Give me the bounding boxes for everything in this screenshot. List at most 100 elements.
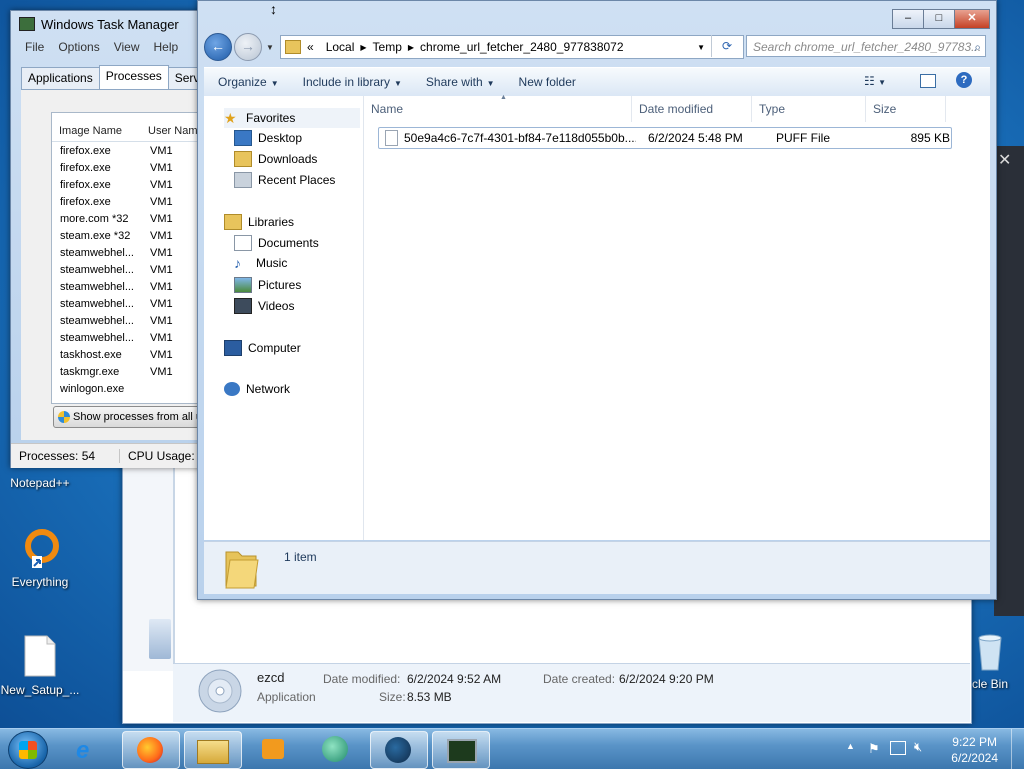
column-image-name[interactable]: Image Name bbox=[52, 125, 141, 141]
navigation-bar: ← → ▼ « Local ▶ Temp ▶ chrome_url_fetche… bbox=[204, 31, 990, 63]
process-row[interactable]: steamwebhel... VM1 bbox=[52, 329, 212, 346]
file-row[interactable]: 50e9a4c6-7c7f-4301-bf84-7e118d055b0b....… bbox=[378, 127, 952, 149]
nav-libraries[interactable]: Libraries bbox=[224, 214, 294, 230]
breadcrumb-current-folder[interactable]: chrome_url_fetcher_2480_977838072 bbox=[414, 40, 630, 54]
nav-desktop-label: Desktop bbox=[258, 131, 303, 145]
tab-processes[interactable]: Processes bbox=[98, 65, 169, 91]
show-hidden-icons[interactable]: ▲ bbox=[846, 741, 855, 751]
process-row[interactable]: firefox.exe VM1 bbox=[52, 142, 212, 159]
help-icon[interactable]: ? bbox=[956, 72, 972, 88]
show-desktop-button[interactable] bbox=[1011, 729, 1024, 769]
process-row[interactable]: steamwebhel... VM1 bbox=[52, 278, 212, 295]
documents-icon bbox=[234, 235, 252, 251]
desktop-icon-everything[interactable]: Everything bbox=[0, 526, 80, 589]
back-button[interactable]: ← bbox=[204, 33, 232, 61]
share-label: Share with bbox=[425, 75, 483, 89]
close-button[interactable]: ✕ bbox=[954, 9, 990, 29]
process-row[interactable]: taskmgr.exe VM1 bbox=[52, 363, 212, 380]
nav-recent-places[interactable]: Recent Places bbox=[234, 172, 335, 188]
column-type[interactable]: Type bbox=[752, 96, 866, 122]
process-name: steam.exe *32 bbox=[60, 229, 131, 242]
nav-pictures[interactable]: Pictures bbox=[234, 277, 301, 293]
nav-favorites[interactable]: ★ Favorites bbox=[224, 108, 360, 128]
minimize-button[interactable]: – bbox=[892, 9, 924, 29]
status-process-count: Processes: 54 bbox=[19, 449, 96, 463]
file-list-header: Name Date modified Type Size bbox=[364, 96, 990, 122]
task-manager-titlebar[interactable]: Windows Task Manager bbox=[11, 11, 211, 37]
breadcrumb-temp[interactable]: Temp bbox=[367, 40, 408, 54]
close-icon[interactable]: ✕ bbox=[998, 150, 1011, 170]
process-row[interactable]: winlogon.exe bbox=[52, 380, 212, 397]
system-clock[interactable]: 9:22 PM 6/2/2024 bbox=[951, 734, 998, 766]
taskbar-firefox[interactable] bbox=[122, 731, 180, 769]
network-icon bbox=[224, 382, 240, 396]
breadcrumb-overflow[interactable]: « bbox=[301, 40, 320, 54]
shield-icon bbox=[58, 411, 70, 423]
address-dropdown-icon[interactable]: ▼ bbox=[697, 43, 705, 52]
column-user-name[interactable]: User Name bbox=[141, 125, 204, 141]
forward-button[interactable]: → bbox=[234, 33, 262, 61]
process-row[interactable]: steamwebhel... VM1 bbox=[52, 244, 212, 261]
taskbar-steam[interactable] bbox=[370, 731, 428, 769]
refresh-button[interactable]: ⟳ bbox=[711, 35, 742, 57]
flag-icon[interactable]: ⚑ bbox=[868, 741, 880, 757]
nav-desktop[interactable]: Desktop bbox=[234, 130, 302, 146]
breadcrumb-local[interactable]: Local bbox=[320, 40, 361, 54]
taskbar-internet-explorer[interactable]: e bbox=[60, 731, 116, 767]
task-manager-window[interactable]: Windows Task Manager File Options View H… bbox=[10, 10, 229, 468]
taskbar-task-manager[interactable] bbox=[432, 731, 490, 769]
explorer-details-bar: 1 item bbox=[204, 541, 990, 594]
volume-muted-icon[interactable]: 🔇︎ bbox=[914, 739, 922, 755]
start-button[interactable] bbox=[8, 731, 48, 769]
taskbar-media-player[interactable] bbox=[246, 731, 302, 767]
new-folder-button[interactable]: New folder bbox=[505, 75, 586, 89]
process-row[interactable]: firefox.exe VM1 bbox=[52, 176, 212, 193]
view-options-button[interactable]: ☷ ▼ bbox=[864, 74, 886, 88]
videos-icon bbox=[234, 298, 252, 314]
nav-computer[interactable]: Computer bbox=[224, 340, 301, 356]
nav-pictures-label: Pictures bbox=[258, 278, 302, 292]
maximize-button[interactable]: □ bbox=[923, 9, 955, 29]
process-name: steamwebhel... bbox=[60, 280, 134, 293]
process-list[interactable]: Image Name User Name firefox.exe VM1 firef… bbox=[51, 112, 213, 404]
desktop-icon-new-setup[interactable]: New_Satup_... bbox=[0, 634, 80, 697]
nav-videos[interactable]: Videos bbox=[234, 298, 294, 314]
column-name[interactable]: Name bbox=[364, 96, 632, 122]
process-row[interactable]: taskhost.exe VM1 bbox=[52, 346, 212, 363]
explorer-window[interactable]: – □ ✕ ↕ ← → ▼ « Local ▶ Temp ▶ chrome_ur… bbox=[197, 0, 997, 600]
process-name: firefox.exe bbox=[60, 144, 111, 157]
taskbar-app[interactable] bbox=[308, 731, 364, 767]
address-bar[interactable]: « Local ▶ Temp ▶ chrome_url_fetcher_2480… bbox=[280, 35, 744, 59]
process-row[interactable]: steamwebhel... VM1 bbox=[52, 312, 212, 329]
menu-help[interactable]: Help bbox=[154, 40, 179, 54]
nav-downloads[interactable]: Downloads bbox=[234, 151, 317, 167]
share-with-button[interactable]: Share with ▼ bbox=[412, 75, 505, 89]
process-row[interactable]: firefox.exe VM1 bbox=[52, 159, 212, 176]
nav-network[interactable]: Network bbox=[224, 382, 290, 396]
search-input[interactable]: Search chrome_url_fetcher_2480_97783... … bbox=[746, 35, 986, 57]
task-manager-title: Windows Task Manager bbox=[41, 16, 179, 32]
tab-applications[interactable]: Applications bbox=[21, 67, 100, 89]
column-date-modified[interactable]: Date modified bbox=[632, 96, 752, 122]
process-row[interactable]: steamwebhel... VM1 bbox=[52, 295, 212, 312]
menu-file[interactable]: File bbox=[25, 40, 44, 54]
process-row[interactable]: steamwebhel... VM1 bbox=[52, 261, 212, 278]
column-size[interactable]: Size bbox=[866, 96, 946, 122]
details-date-modified: 6/2/2024 9:52 AM bbox=[407, 672, 502, 686]
include-in-library-button[interactable]: Include in library ▼ bbox=[289, 75, 412, 89]
taskbar-file-explorer[interactable] bbox=[184, 731, 242, 769]
details-date-modified-label: Date modified: bbox=[323, 672, 401, 686]
organize-button[interactable]: Organize ▼ bbox=[204, 75, 289, 89]
recent-pages-dropdown-icon[interactable]: ▼ bbox=[266, 43, 274, 52]
nav-music[interactable]: ♪ Music bbox=[234, 256, 287, 270]
everything-icon bbox=[25, 529, 59, 568]
network-status-icon[interactable] bbox=[890, 741, 906, 755]
menu-options[interactable]: Options bbox=[58, 40, 99, 54]
menu-view[interactable]: View bbox=[114, 40, 140, 54]
process-row[interactable]: firefox.exe VM1 bbox=[52, 193, 212, 210]
desktop-icon-notepadpp[interactable]: Notepad++ bbox=[0, 474, 80, 490]
process-row[interactable]: more.com *32 VM1 bbox=[52, 210, 212, 227]
preview-pane-button[interactable] bbox=[920, 74, 936, 88]
process-row[interactable]: steam.exe *32 VM1 bbox=[52, 227, 212, 244]
nav-documents[interactable]: Documents bbox=[234, 235, 319, 251]
